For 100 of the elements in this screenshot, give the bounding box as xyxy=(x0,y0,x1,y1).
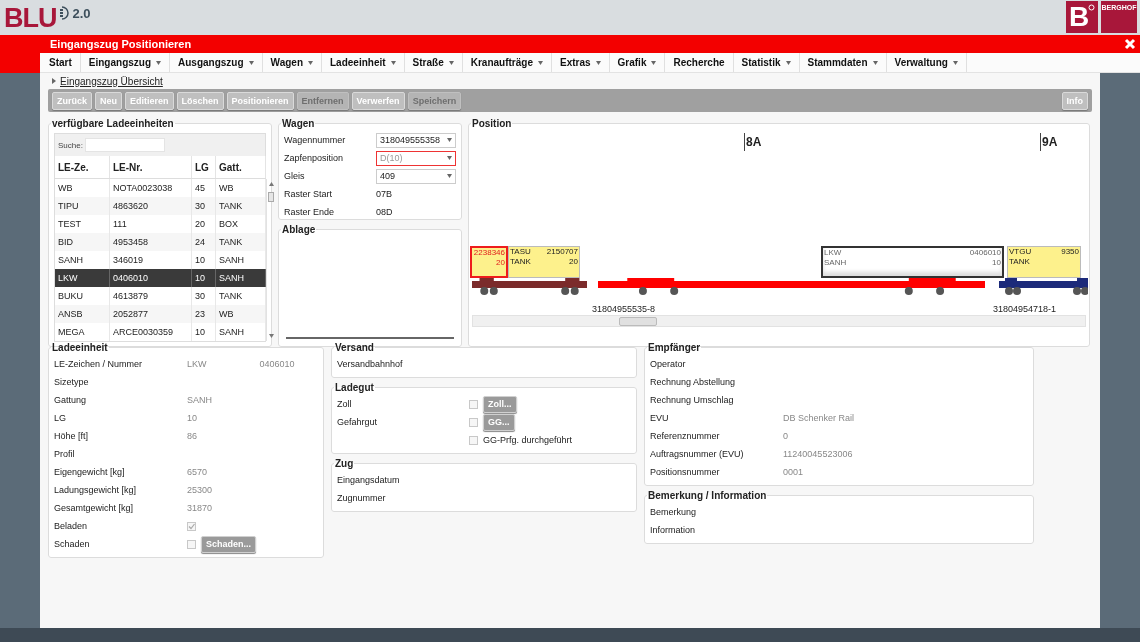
container-code: VTGU xyxy=(1009,247,1032,257)
table-cell: 24 xyxy=(192,233,216,251)
container-number: 9350 xyxy=(1061,247,1079,257)
table-row[interactable]: BID 4953458 24 TANK xyxy=(55,233,266,251)
field-value: 86 xyxy=(187,431,198,441)
field-label: Zapfenposition xyxy=(284,153,345,163)
field-label: Beladen xyxy=(54,521,89,531)
container-block[interactable]: LKW 0406010 SANH 10 xyxy=(821,246,1004,278)
menu-item[interactable]: Straße xyxy=(404,53,463,72)
table-cell: ARCE0030359 xyxy=(110,323,192,341)
menu-item[interactable]: Statistik xyxy=(733,53,800,72)
panel-title: Ladegut xyxy=(334,382,375,393)
table-cell: TIPU xyxy=(55,197,110,215)
column-header[interactable]: LE-Ze. xyxy=(55,156,110,178)
caret-icon xyxy=(537,60,543,65)
field-label: Gefahrgut xyxy=(337,417,379,427)
menu-item[interactable]: Wagen xyxy=(262,53,322,72)
wagon-number: 31804955535-8 xyxy=(592,304,656,314)
scroll-thumb[interactable] xyxy=(268,192,274,202)
table-row[interactable]: LKW 0406010 10 SANH xyxy=(55,269,266,287)
menu-item[interactable]: Grafik xyxy=(609,53,666,72)
brand-logo: B xyxy=(1066,1,1098,33)
panel-title: Wagen xyxy=(281,118,316,129)
checkbox[interactable] xyxy=(187,521,196,531)
menu-item[interactable]: Kranaufträge xyxy=(462,53,552,72)
field-value: DB Schenker Rail xyxy=(783,413,856,423)
grid-mark: 8A xyxy=(744,133,762,151)
container-block[interactable]: VTGU 9350 TANK xyxy=(1007,246,1081,278)
menu-item[interactable]: Verwaltung xyxy=(886,53,967,72)
checkbox[interactable] xyxy=(469,435,478,445)
menu-item[interactable]: Extras xyxy=(551,53,610,72)
search-field[interactable] xyxy=(84,138,165,152)
field-label: EVU xyxy=(650,413,670,423)
menu-item[interactable]: Recherche xyxy=(665,53,734,72)
search-label: Suche: xyxy=(58,140,83,150)
column-header[interactable]: Gatt. xyxy=(216,156,266,178)
scroll-up-icon[interactable] xyxy=(269,182,274,186)
field-label: Eingangsdatum xyxy=(337,475,401,485)
field-label: Schaden xyxy=(54,539,91,549)
table-cell: 10 xyxy=(192,323,216,341)
caret-icon xyxy=(651,60,657,65)
column-header[interactable]: LG xyxy=(192,156,216,178)
field-label: Auftragsnummer (EVU) xyxy=(650,449,745,459)
field-label: Höhe [ft] xyxy=(54,431,90,441)
close-icon[interactable] xyxy=(1124,38,1136,50)
table-cell: 2052877 xyxy=(110,305,192,323)
select-field[interactable]: 318049555358 xyxy=(376,132,456,148)
field-label: Zoll xyxy=(337,399,353,409)
checkbox[interactable] xyxy=(187,539,196,549)
field-label: LG xyxy=(54,413,67,423)
container-length: 20 xyxy=(495,258,505,268)
table-cell: 4953458 xyxy=(110,233,192,251)
container-code: LKW xyxy=(824,248,843,258)
caret-icon xyxy=(952,60,958,65)
window-title: Eingangszug Positionieren xyxy=(50,38,192,50)
breadcrumb-link[interactable]: Eingangszug Übersicht xyxy=(60,75,163,87)
caret-icon xyxy=(447,156,452,160)
caret-icon xyxy=(872,60,878,65)
field-label: Referenznummer xyxy=(650,431,721,441)
logo-icon xyxy=(57,6,72,20)
panel-title: Position xyxy=(471,118,513,129)
table-cell: 30 xyxy=(192,197,216,215)
menu-item[interactable]: Ladeeinheit xyxy=(322,53,405,72)
field-label: Sizetype xyxy=(54,377,90,387)
menu-item[interactable]: Eingangszug xyxy=(80,53,171,72)
field-value: 08D xyxy=(376,207,394,217)
grid-mark: 9A xyxy=(1040,133,1058,151)
table-cell: BID xyxy=(55,233,110,251)
wagon-number: 31804954718-1 xyxy=(993,304,1057,314)
panel-title: Versand xyxy=(334,342,375,353)
table-cell: 0406010 xyxy=(110,269,192,287)
field-value: 25300 xyxy=(187,485,214,495)
version-label: 2.0 xyxy=(72,6,91,21)
table-cell: LKW xyxy=(55,269,110,287)
menu-item[interactable]: Start xyxy=(40,53,81,72)
container-block[interactable]: TASU 2150707 TANK 20 xyxy=(508,246,580,278)
select-field[interactable]: 409 xyxy=(376,168,456,184)
field-value: 0001 xyxy=(783,467,805,477)
panel-title: Empfänger xyxy=(647,342,702,353)
container-number: 0406010 xyxy=(969,248,1001,258)
checkbox[interactable] xyxy=(469,417,478,427)
scroll-down-icon[interactable] xyxy=(269,334,274,338)
menu-item[interactable]: Ausgangszug xyxy=(170,53,263,72)
table-row[interactable]: ANSB 2052877 23 WB xyxy=(55,305,266,323)
scrollbar[interactable] xyxy=(472,315,1086,327)
caret-icon xyxy=(448,60,454,65)
column-header[interactable]: LE-Nr. xyxy=(110,156,192,178)
caret-icon xyxy=(248,60,254,65)
table-row[interactable]: TIPU 4863620 30 TANK xyxy=(55,197,266,215)
caret-icon xyxy=(785,60,791,65)
caret-icon xyxy=(308,60,313,65)
field-value: 11240045523006 xyxy=(783,449,854,459)
field-label: Positionsnummer xyxy=(650,467,721,477)
checkbox[interactable] xyxy=(469,399,478,409)
container-block[interactable]: 2238346 20 xyxy=(470,246,508,278)
table-cell: MEGA xyxy=(55,323,110,341)
expand-icon[interactable] xyxy=(52,78,56,84)
menu-item[interactable]: Stammdaten xyxy=(799,53,887,72)
field-value: 0406010 xyxy=(259,359,296,369)
scroll-thumb[interactable] xyxy=(619,317,657,326)
